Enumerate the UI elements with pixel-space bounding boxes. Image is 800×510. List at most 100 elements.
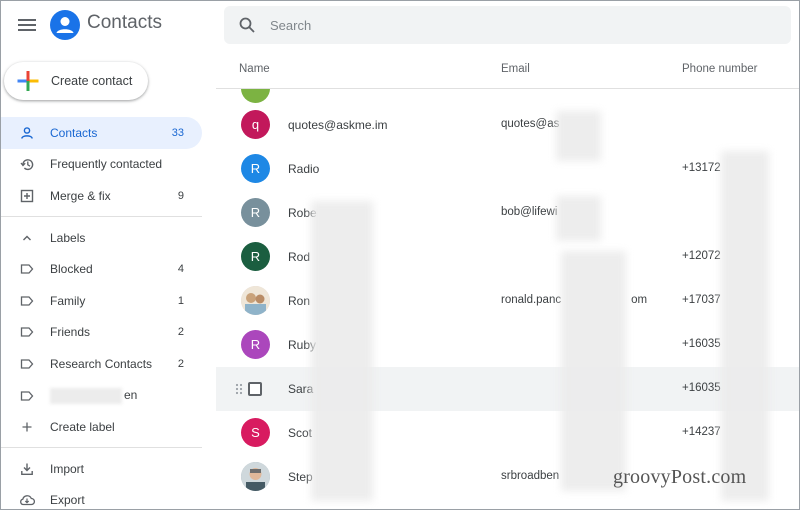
- contact-email: bob@lifewi: [501, 206, 558, 218]
- avatar: S: [241, 418, 270, 447]
- contacts-logo-icon: [50, 10, 80, 40]
- merge-count: 9: [177, 189, 184, 202]
- table-header: Name Email Phone number: [216, 49, 799, 89]
- plus-icon: [19, 419, 35, 435]
- sidebar-item-label: Research Contacts: [50, 356, 153, 371]
- search-icon: [239, 17, 255, 33]
- table-row[interactable]: Ron ronald.panc om +17037: [216, 279, 799, 323]
- contact-email: quotes@as: [501, 118, 560, 130]
- table-row[interactable]: R Ruby +16035: [216, 323, 799, 367]
- hamburger-menu-icon[interactable]: [15, 13, 39, 37]
- label-count: 2: [177, 326, 184, 339]
- email-start: ronald.panc: [501, 294, 562, 306]
- sidebar-item-label-friends[interactable]: Friends 2: [1, 317, 216, 349]
- contact-name: Radio: [288, 162, 320, 176]
- table-row[interactable]: R Robe bob@lifewi: [216, 191, 799, 235]
- sidebar-item-label: en: [50, 387, 138, 404]
- labels-header-text: Labels: [50, 230, 86, 245]
- create-contact-label: Create contact: [51, 74, 133, 88]
- sidebar-item-frequently-contacted[interactable]: Frequently contacted: [1, 149, 216, 181]
- table-row[interactable]: R Radio +13172: [216, 147, 799, 191]
- sidebar-item-contacts[interactable]: Contacts 33: [1, 117, 202, 149]
- colorful-plus-icon: [17, 71, 39, 91]
- contacts-list: q quotes@askme.im quotes@as R Radio +131…: [216, 89, 799, 509]
- contact-name: Sara: [288, 382, 314, 396]
- app-header: Contacts: [1, 1, 216, 49]
- row-checkbox[interactable]: [248, 382, 262, 396]
- sidebar-item-label-family[interactable]: Family 1: [1, 285, 216, 317]
- avatar: R: [241, 330, 270, 359]
- sidebar-item-label: Blocked: [50, 262, 93, 277]
- contact-phone: +16035: [682, 338, 721, 350]
- contact-name: Ruby: [288, 338, 317, 352]
- label-count: 1: [177, 294, 184, 307]
- contact-email: ronald.panc om: [501, 294, 647, 306]
- avatar: q: [241, 110, 270, 139]
- sidebar-item-import[interactable]: Import: [1, 453, 216, 485]
- search-input[interactable]: [270, 17, 750, 33]
- contact-phone: +17037: [682, 294, 721, 306]
- create-contact-button[interactable]: Create contact: [4, 62, 148, 100]
- contact-name: Step: [288, 470, 313, 484]
- column-header-phone[interactable]: Phone number: [682, 63, 757, 75]
- search-bar[interactable]: [224, 6, 791, 44]
- table-row[interactable]: q quotes@askme.im quotes@as: [216, 103, 799, 147]
- contact-phone: +12072: [682, 250, 721, 262]
- labels-header[interactable]: Labels: [1, 222, 216, 254]
- label-icon: [19, 324, 35, 340]
- table-row[interactable]: R Rod +12072: [216, 235, 799, 279]
- sidebar-item-label: Frequently contacted: [50, 157, 163, 172]
- photo-avatar-icon: [241, 286, 270, 315]
- sidebar-item-label-redacted[interactable]: en: [1, 380, 216, 412]
- contact-phone: +14237: [682, 426, 721, 438]
- sidebar-item-label: Friends: [50, 325, 91, 340]
- sidebar-divider: [1, 446, 202, 448]
- contacts-count: 33: [171, 126, 184, 139]
- table-row[interactable]: S Scot +14237: [216, 411, 799, 455]
- label-icon: [19, 356, 35, 372]
- import-icon: [19, 461, 35, 477]
- sidebar-item-label: Export: [50, 493, 85, 508]
- email-end: om: [631, 294, 648, 306]
- avatar-photo: [241, 286, 270, 315]
- sidebar-item-label: Import: [50, 461, 85, 476]
- sidebar-divider: [1, 215, 202, 217]
- table-row-hovered[interactable]: Sara +16035: [216, 367, 799, 411]
- contact-name: quotes@askme.im: [288, 118, 388, 132]
- chevron-up-icon: [19, 230, 35, 246]
- contact-phone: +13172: [682, 162, 721, 174]
- create-label-link[interactable]: Create label: [1, 411, 216, 443]
- sidebar-item-label-research-contacts[interactable]: Research Contacts 2: [1, 348, 216, 380]
- sidebar-item-label: Contacts: [50, 125, 98, 140]
- person-icon: [19, 125, 35, 141]
- sidebar-item-merge-fix[interactable]: Merge & fix 9: [1, 180, 216, 212]
- label-icon: [19, 293, 35, 309]
- contact-name: Rod: [288, 250, 311, 264]
- avatar: R: [241, 242, 270, 271]
- contact-email: srbroadben: [501, 470, 560, 482]
- label-suffix: en: [124, 387, 138, 402]
- contact-name: Ron: [288, 294, 311, 308]
- avatar: R: [241, 154, 270, 183]
- create-label-text: Create label: [50, 420, 115, 435]
- label-count: 4: [177, 263, 184, 276]
- watermark-text: groovyPost.com: [613, 466, 747, 488]
- history-icon: [19, 156, 35, 172]
- label-icon: [19, 261, 35, 277]
- drag-handle-icon[interactable]: [235, 383, 243, 395]
- redacted-text: [50, 387, 122, 404]
- contact-name: Scot: [288, 426, 313, 440]
- contacts-window: Contacts Create contact Contacts 33 Freq…: [0, 0, 800, 510]
- avatar: [241, 89, 270, 103]
- sidebar-item-export[interactable]: Export: [1, 485, 216, 509]
- cloud-download-icon: [19, 492, 35, 508]
- column-header-name[interactable]: Name: [239, 63, 270, 75]
- sidebar-nav: Contacts 33 Frequently contacted Merge &…: [1, 117, 216, 509]
- merge-icon: [19, 188, 35, 204]
- sidebar-item-label-blocked[interactable]: Blocked 4: [1, 253, 216, 285]
- sidebar-item-label: Family: [50, 293, 86, 308]
- column-header-email[interactable]: Email: [501, 63, 530, 75]
- photo-avatar-icon: [241, 462, 270, 491]
- sidebar-item-label: Merge & fix: [50, 188, 111, 203]
- table-row[interactable]: [216, 89, 799, 103]
